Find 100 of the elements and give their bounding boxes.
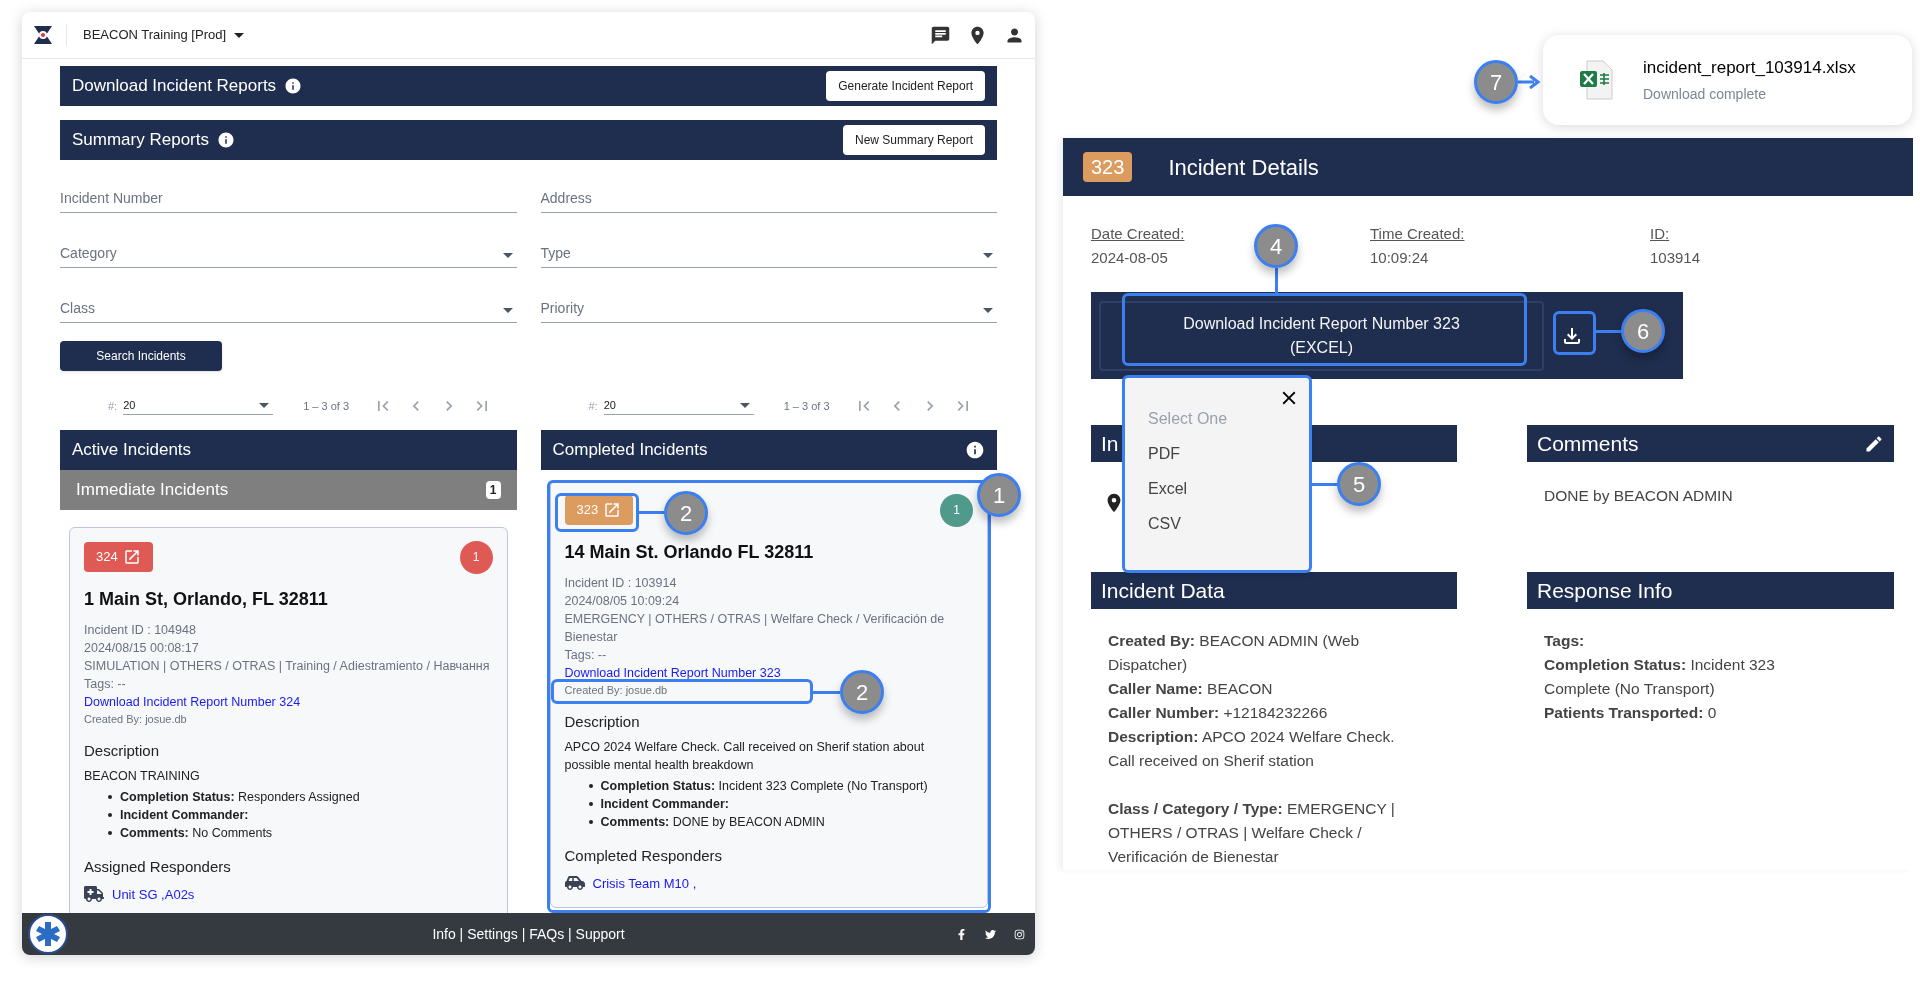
workspace-selector[interactable]: BEACON Training [Prod] [83,25,245,45]
leader-line [813,691,840,694]
incident-detail: Tags: -- [84,676,127,693]
leader-line [1596,330,1621,333]
data-line: Caller Number: +12184232266 [1108,703,1329,723]
response-line: Completion Status: Incident 323 Complete (No Transport) [1544,655,1776,699]
info-icon[interactable] [965,440,985,460]
incident-detail: 2024/08/05 10:09:24 [564,593,681,610]
field-value: 10:09:24 [1370,248,1429,268]
instagram-icon[interactable] [1014,928,1025,940]
ambulance-icon [84,886,104,903]
group-count: 1 [485,481,501,499]
caret-icon [259,403,270,408]
status-item: Incident Commander: [600,796,729,813]
page-size-label: #: [588,398,598,414]
field-label: ID: [1650,224,1670,244]
info-icon[interactable] [284,77,303,95]
status-item: Completion Status: Incident 323 Complete (No Transport) [600,778,928,795]
status-item: Incident Commander: [120,807,249,824]
page-size-label: #: [108,398,118,414]
car-icon [564,875,585,892]
logo-icon[interactable] [32,24,54,46]
count-badge: 1 [940,493,973,527]
field-value: 2024-08-05 [1091,248,1168,268]
download-report-button[interactable]: Download Incident Report Number 323 (EXCEL) [1099,300,1544,371]
section-title: Completed Incidents [552,439,708,462]
section-title: In [1101,430,1119,457]
menu-option[interactable]: PDF [1148,436,1180,471]
incident-detail: SIMULATION | OTHERS / OTRAS | Training / Adiestramiento / Навчання [84,658,491,675]
responder-link[interactable]: Crisis Team M10 , [592,873,697,893]
count-badge: 1 [459,540,493,574]
spreadsheet-file-icon [1579,60,1613,100]
leader-arrow [1518,74,1542,90]
input-field[interactable]: Incident Number [60,162,517,213]
banner-title: Download Incident Reports [72,75,277,98]
banner-title: Summary Reports [72,129,209,152]
comment-text: DONE by BEACON ADMIN [1543,486,1734,506]
download-report-link[interactable]: Download Incident Report Number 323 [564,664,781,682]
caret-icon [983,308,993,313]
incident-address: 14 Main St. Orlando FL 32811 [564,541,815,564]
data-line: Description: APCO 2024 Welfare Check. Call received on Sherif station [1108,727,1396,771]
page-size-select[interactable]: 20 [123,397,274,415]
caret-icon [739,403,750,408]
twitter-icon[interactable] [985,928,996,940]
incident-detail: Incident ID : 104948 [84,622,197,639]
emblem-icon[interactable] [28,914,68,954]
incident-number-badge: 323 [1083,152,1133,182]
incident-address: 1 Main St, Orlando, FL 32811 [84,588,329,611]
responder-link[interactable]: Unit SG ,A02s [112,884,195,904]
banner-button[interactable]: New Summary Report [842,125,985,155]
data-line: Created By: BEACON ADMIN (Web Dispatcher) [1108,631,1361,675]
file-name: incident_report_103914.xlsx [1643,56,1856,79]
incident-number-button[interactable]: 324 [84,542,153,572]
menu-option[interactable]: CSV [1148,506,1181,541]
info-icon[interactable] [217,131,235,149]
data-line: Caller Name: BEACON [1108,679,1274,699]
incident-detail: Tags: -- [564,647,608,664]
page-size-select[interactable]: 20 [603,397,754,415]
banner-button[interactable]: Generate Incident Report [826,71,985,101]
caret-icon [234,32,245,38]
responders-heading: Assigned Responders [84,857,232,877]
description-text: APCO 2024 Welfare Check. Call received on Sherif station about possible mental health breakdown [564,739,926,774]
facebook-icon[interactable] [956,928,967,940]
search-button[interactable]: Search Incidents [60,341,222,371]
highlight-outline [1553,311,1596,355]
incident-detail: 2024/08/15 00:08:17 [84,640,200,657]
menu-option[interactable]: Excel [1148,471,1188,506]
footer-links[interactable]: Info | Settings | FAQs | Support [432,923,625,945]
input-field[interactable]: Address [540,162,997,213]
open-external-icon [122,548,141,566]
details-title: Incident Details [1168,153,1319,182]
leader-line [1275,268,1278,293]
section-title: Incident Data [1101,577,1225,604]
leader-line [1312,483,1337,486]
select-field[interactable]: Category [60,217,517,268]
select-field[interactable]: Type [540,217,997,268]
select-field[interactable]: Class [60,272,517,323]
responders-heading: Completed Responders [564,846,724,866]
edit-icon[interactable] [1864,433,1884,454]
section-title: Response Info [1537,577,1673,604]
chat-icon[interactable] [930,24,951,46]
description-heading: Description [84,740,161,761]
select-field[interactable]: Priority [540,272,997,323]
incident-detail: EMERGENCY | OTHERS / OTRAS | Welfare Check / Verificación de Bienestar [564,611,946,646]
status-item: Comments: No Comments [120,825,273,842]
created-by-text: Created By: josue.db [84,712,187,727]
description-heading: Description [564,711,641,732]
page-range: 1 – 3 of 3 [303,398,350,414]
page-range: 1 – 3 of 3 [783,398,830,414]
leader-line [639,511,664,514]
caret-icon [502,253,513,258]
download-report-link[interactable]: Download Incident Report Number 324 [84,693,301,711]
field-label: Time Created: [1370,224,1465,244]
response-line: Patients Transported: 0 [1544,703,1718,723]
section-title: Active Incidents [72,439,192,462]
callout-marker: 7 [1474,60,1518,104]
incident-detail: Incident ID : 103914 [564,575,678,592]
group-header[interactable]: Immediate Incidents 1 [60,470,517,510]
data-line: Class / Category / Type: EMERGENCY | OTHERS / OTRAS | Welfare Check / Verificación de Bienestar [1108,799,1396,867]
download-status: Download complete [1643,85,1767,105]
